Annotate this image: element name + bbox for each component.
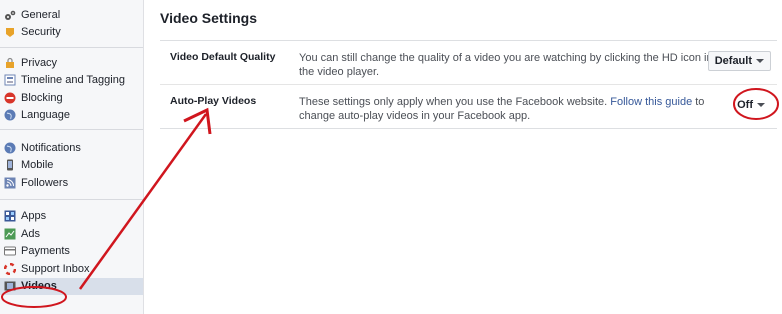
page-title: Video Settings xyxy=(160,10,257,26)
sidebar-item-label: Privacy xyxy=(21,56,58,69)
sidebar-group-notifications: Notifications Mobile Followers xyxy=(0,130,143,200)
globe-icon xyxy=(4,142,16,154)
sidebar-item-payments[interactable]: Payments xyxy=(0,243,143,261)
setting-row-auto-play-videos: Auto-Play Videos These settings only app… xyxy=(160,84,777,128)
sidebar-item-label: Notifications xyxy=(21,141,81,154)
rss-icon xyxy=(4,177,16,189)
lifebuoy-icon xyxy=(4,262,16,275)
card-icon xyxy=(4,245,16,257)
sidebar-group-privacy: Privacy Timeline and Tagging Blocking La… xyxy=(0,48,143,130)
sidebar-item-mobile[interactable]: Mobile xyxy=(0,157,143,175)
video-quality-dropdown[interactable]: Default xyxy=(707,51,771,71)
block-icon xyxy=(4,92,16,104)
sidebar-item-label: Language xyxy=(21,109,70,122)
sidebar-item-notifications[interactable]: Notifications xyxy=(0,139,143,157)
sidebar-item-label: Mobile xyxy=(21,159,54,172)
mobile-icon xyxy=(4,159,16,171)
sidebar-item-security[interactable]: Security xyxy=(0,24,143,42)
chevron-down-icon xyxy=(756,59,764,63)
sidebar-item-label: Videos xyxy=(21,280,57,293)
sidebar-item-support-inbox[interactable]: Support Inbox xyxy=(0,260,143,278)
dropdown-value: Default xyxy=(714,55,752,67)
apps-icon xyxy=(4,210,16,222)
setting-description: You can still change the quality of a vi… xyxy=(299,52,713,78)
sidebar-group-account: General Security xyxy=(0,0,143,48)
sidebar-item-label: General xyxy=(21,8,61,21)
sidebar-item-label: Apps xyxy=(21,210,47,223)
sidebar-item-label: Timeline and Tagging xyxy=(21,74,125,87)
dropdown-value: Off xyxy=(737,99,753,111)
sidebar-item-label: Payments xyxy=(21,245,70,258)
sidebar-group-apps: Apps Ads Payments Support Inbox Videos xyxy=(0,200,143,295)
sidebar-item-label: Support Inbox xyxy=(21,262,90,275)
globe-icon xyxy=(4,109,16,121)
sidebar-item-followers[interactable]: Followers xyxy=(0,174,143,192)
sidebar-item-language[interactable]: Language xyxy=(0,107,143,125)
sidebar-item-label: Followers xyxy=(21,176,69,189)
chevron-down-icon xyxy=(757,103,765,107)
sidebar-item-apps[interactable]: Apps xyxy=(0,208,143,226)
ads-icon xyxy=(4,228,16,240)
auto-play-dropdown[interactable]: Off xyxy=(731,96,771,114)
description-text: These settings only apply when you use t… xyxy=(299,96,611,108)
sidebar-item-privacy[interactable]: Privacy xyxy=(0,54,143,72)
badge-icon xyxy=(4,26,16,38)
setting-label: Video Default Quality xyxy=(170,51,276,63)
sidebar-item-general[interactable]: General xyxy=(0,6,143,24)
timeline-icon xyxy=(4,74,16,86)
settings-sidebar: General Security Privacy Timeline and Ta… xyxy=(0,0,144,314)
setting-description: These settings only apply when you use t… xyxy=(299,95,719,123)
sidebar-item-label: Ads xyxy=(21,227,40,240)
gear-icon xyxy=(4,9,16,21)
setting-label: Auto-Play Videos xyxy=(170,95,257,107)
sidebar-item-label: Blocking xyxy=(21,91,63,104)
sidebar-item-videos[interactable]: Videos xyxy=(0,277,143,295)
lock-icon xyxy=(4,57,16,69)
film-icon xyxy=(4,280,16,292)
sidebar-item-timeline-and-tagging[interactable]: Timeline and Tagging xyxy=(0,72,143,90)
follow-guide-link[interactable]: Follow this guide xyxy=(610,96,692,108)
sidebar-item-label: Security xyxy=(21,26,61,39)
sidebar-item-blocking[interactable]: Blocking xyxy=(0,89,143,107)
setting-row-video-default-quality: Video Default Quality You can still chan… xyxy=(160,41,777,84)
settings-table: Video Default Quality You can still chan… xyxy=(160,40,777,129)
sidebar-item-ads[interactable]: Ads xyxy=(0,225,143,243)
